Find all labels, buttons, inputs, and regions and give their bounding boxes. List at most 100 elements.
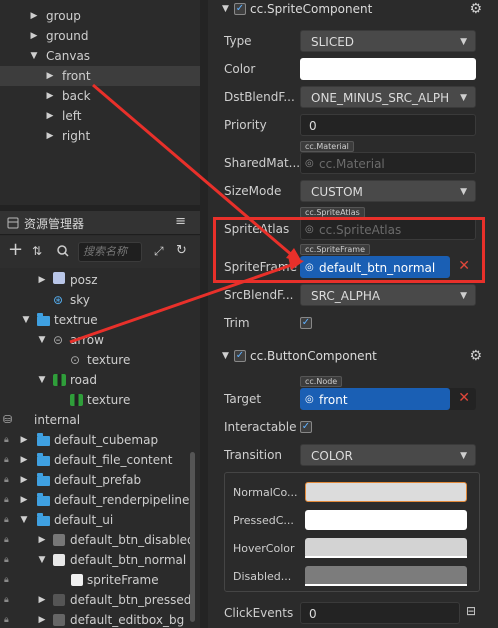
asset-item-road[interactable]: ▼ road	[0, 370, 200, 390]
material-field[interactable]: ◎ cc.Material	[300, 152, 476, 174]
close-icon[interactable]: ✕	[458, 258, 470, 274]
expand-icon[interactable]: ⤢	[154, 244, 164, 259]
color-swatch[interactable]	[300, 58, 476, 80]
hierarchy-item-ground[interactable]: ▶ ground	[0, 26, 200, 46]
target-field[interactable]: ◎ front ✕	[300, 388, 476, 410]
chevron-down-icon[interactable]: ▼	[36, 370, 48, 390]
trim-checkbox[interactable]: ✓	[300, 317, 312, 329]
chevron-right-icon[interactable]: ▶	[36, 270, 48, 290]
hierarchy-item-canvas[interactable]: ▼ Canvas	[0, 46, 200, 66]
collapse-icon[interactable]: ⊟	[466, 604, 476, 618]
menu-icon[interactable]: ≡	[175, 214, 186, 229]
left-panel: ▶ group ▶ ground ▼ Canvas ▶ front ▶ back…	[0, 0, 200, 628]
hierarchy-item-back[interactable]: ▶ back	[0, 86, 200, 106]
hierarchy-item-front[interactable]: ▶ front	[0, 66, 200, 86]
asset-item-default-file-content[interactable]: 🔒︎ ▶ default_file_content	[0, 450, 200, 470]
asset-item-arrow[interactable]: ▼ ⊝ arrow	[0, 330, 200, 350]
enable-checkbox[interactable]: ✓	[234, 3, 246, 15]
assets-panel-header: 资源管理器 ≡	[0, 211, 200, 235]
sprite-atlas-field[interactable]: ◎ cc.SpriteAtlas	[300, 218, 476, 240]
asset-item-default-btn-pressed[interactable]: 🔒︎ ▶ default_btn_pressed	[0, 590, 200, 610]
sizemode-select[interactable]: CUSTOM ▼	[300, 180, 476, 202]
chevron-right-icon[interactable]: ▶	[28, 6, 40, 26]
asset-item-default-btn-disabled[interactable]: 🔒︎ ▶ default_btn_disabled	[0, 530, 200, 550]
texture-icon	[70, 394, 83, 406]
interactable-checkbox[interactable]: ✓	[300, 421, 312, 433]
material-placeholder: cc.Material	[319, 157, 385, 171]
chevron-right-icon[interactable]: ▶	[36, 530, 48, 550]
chevron-down-icon[interactable]: ▼	[36, 550, 48, 570]
src-blend-value: SRC_ALPHA	[311, 289, 381, 303]
scrollbar[interactable]	[190, 452, 195, 622]
hierarchy-item-left[interactable]: ▶ left	[0, 106, 200, 126]
asset-item-default-btn-normal[interactable]: 🔒︎ ▼ default_btn_normal	[0, 550, 200, 570]
gear-icon[interactable]: ⚙	[469, 0, 482, 20]
type-tag: cc.SpriteFrame	[300, 244, 370, 255]
asset-item-default-renderpipeline[interactable]: 🔒︎ ▶ default_renderpipeline	[0, 490, 200, 510]
asset-item-internal[interactable]: ⛁ ▼ internal	[0, 410, 200, 430]
hierarchy-item-group[interactable]: ▶ group	[0, 6, 200, 26]
search-input[interactable]: 搜索名称	[78, 242, 142, 262]
asset-item-texture[interactable]: ⊙ texture	[0, 350, 200, 370]
tree-label: default_btn_disabled	[70, 533, 195, 547]
image-icon	[53, 534, 65, 546]
enable-checkbox[interactable]: ✓	[234, 350, 246, 362]
chevron-down-icon[interactable]: ▼	[222, 345, 229, 367]
chevron-down-icon[interactable]: ▼	[18, 510, 30, 530]
dst-blend-select[interactable]: ONE_MINUS_SRC_ALPH ▼	[300, 86, 476, 108]
hierarchy-item-right[interactable]: ▶ right	[0, 126, 200, 146]
chevron-right-icon[interactable]: ▶	[44, 66, 56, 86]
chevron-down-icon[interactable]: ▼	[222, 0, 229, 20]
tree-label: left	[62, 109, 82, 123]
sprite-component-header[interactable]: ▼ ✓ cc.SpriteComponent ⚙	[208, 0, 498, 20]
chevron-right-icon[interactable]: ▶	[28, 26, 40, 46]
asset-item-posz[interactable]: ▶ posz	[0, 270, 200, 290]
chevron-right-icon[interactable]: ▶	[44, 106, 56, 126]
asset-item-spriteframe[interactable]: 🔒︎ spriteFrame	[0, 570, 200, 590]
asset-item-sky[interactable]: ⊛ sky	[0, 290, 200, 310]
chevron-right-icon[interactable]: ▶	[18, 430, 30, 450]
chevron-down-icon[interactable]: ▼	[20, 310, 32, 330]
chevron-down-icon[interactable]: ▼	[36, 330, 48, 350]
search-icon[interactable]	[57, 245, 69, 257]
chevron-down-icon[interactable]: ▼	[28, 46, 40, 66]
sprite-frame-field[interactable]: ◎ default_btn_normal ✕	[300, 256, 476, 278]
assets-icon	[7, 217, 19, 229]
button-component-header[interactable]: ▼ ✓ cc.ButtonComponent ⚙	[208, 345, 498, 367]
sprite-frame-value-box[interactable]: ◎ default_btn_normal	[300, 256, 450, 278]
transition-label: Transition	[224, 448, 283, 462]
tree-label: default_file_content	[54, 453, 173, 467]
type-select[interactable]: SLICED ▼	[300, 30, 476, 52]
type-tag: cc.SpriteAtlas	[300, 207, 365, 218]
chevron-right-icon[interactable]: ▶	[36, 590, 48, 610]
chevron-right-icon[interactable]: ▶	[44, 126, 56, 146]
gear-icon[interactable]: ⚙	[469, 345, 482, 367]
target-value-box[interactable]: ◎ front	[300, 388, 450, 410]
lock-icon: 🔒︎	[4, 495, 9, 505]
sort-icon[interactable]: ⇅	[32, 244, 42, 258]
asset-item-default-editbox-bg[interactable]: 🔒︎ ▶ default_editbox_bg	[0, 610, 200, 628]
lock-icon: 🔒︎	[4, 515, 9, 525]
chevron-right-icon[interactable]: ▶	[44, 86, 56, 106]
priority-input[interactable]: 0	[300, 114, 476, 136]
panel-splitter[interactable]	[200, 0, 208, 628]
asset-item-default-prefab[interactable]: 🔒︎ ▶ default_prefab	[0, 470, 200, 490]
tree-label: texture	[87, 393, 131, 407]
chevron-right-icon[interactable]: ▶	[18, 490, 30, 510]
clickevents-input[interactable]: 0	[300, 602, 460, 624]
close-icon[interactable]: ✕	[458, 390, 470, 406]
asset-item-default-ui[interactable]: 🔒︎ ▼ default_ui	[0, 510, 200, 530]
asset-item-textrue[interactable]: ▼ textrue	[0, 310, 200, 330]
tree-label: posz	[70, 273, 98, 287]
chevron-right-icon[interactable]: ▶	[36, 610, 48, 628]
tree-label: default_btn_normal	[70, 553, 187, 567]
asset-item-texture[interactable]: texture	[0, 390, 200, 410]
asset-item-default-cubemap[interactable]: 🔒︎ ▶ default_cubemap	[0, 430, 200, 450]
transition-select[interactable]: COLOR ▼	[300, 444, 476, 466]
tree-label: back	[62, 89, 91, 103]
chevron-right-icon[interactable]: ▶	[18, 450, 30, 470]
refresh-icon[interactable]: ↻	[176, 243, 187, 258]
chevron-right-icon[interactable]: ▶	[18, 470, 30, 490]
src-blend-select[interactable]: SRC_ALPHA ▼	[300, 284, 476, 306]
add-icon[interactable]: +	[8, 239, 23, 260]
